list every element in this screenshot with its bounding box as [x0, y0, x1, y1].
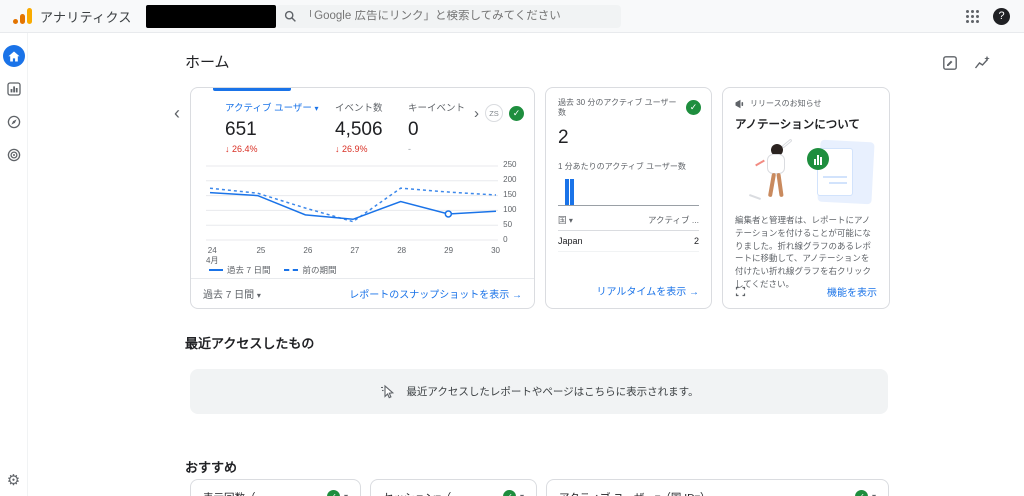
report-snapshot-link[interactable]: レポートのスナップショットを表示 → [349, 286, 522, 301]
chevron-down-icon[interactable]: ▾ [344, 492, 348, 496]
line-chart-canvas [206, 165, 499, 241]
suggested-section-title: おすすめ [185, 460, 238, 475]
data-quality-check-icon[interactable]: ✓ [854, 490, 868, 496]
realtime-value: 2 [558, 126, 569, 148]
carousel-left-arrow-icon[interactable]: ‹ [174, 103, 180, 124]
suggested-card-title: アクティブ ユーザー▾（国 ID▾） [559, 490, 711, 496]
advertising-icon [7, 148, 21, 162]
tab-key-events[interactable]: キーイベント [408, 100, 470, 114]
logo-dot [13, 19, 18, 24]
suggested-card-title: 表示回数（ [203, 490, 256, 496]
nav-advertising[interactable] [3, 144, 25, 166]
release-notes-card: リリースのお知らせ アノテーションについて 編集者と管理者は、レポートにアノテー… [722, 87, 890, 309]
show-feature-link[interactable]: 機能を表示 [827, 284, 877, 299]
metric-value: 651 [225, 119, 257, 140]
left-nav: ⚙ [0, 33, 28, 496]
date-range-selector[interactable]: 過去 7 日間 ▾ [203, 286, 261, 301]
y-axis-labels: 250 200 150 100 50 0 [503, 160, 517, 244]
realtime-title: 過去 30 分のアクティブ ユーザー数 [558, 98, 677, 118]
main-content: ホーム ‹ アクティブ ユーザー ▾ 651 ↓ 26.4% イベント数 4,5… [28, 33, 1024, 496]
x-axis-labels: 24 4月 25 26 27 28 29 30 [206, 246, 500, 265]
active-users-column-header[interactable]: アクティブ ... [648, 214, 699, 226]
settings-gear-icon[interactable]: ⚙ [7, 473, 20, 488]
note-icon[interactable] [942, 55, 958, 71]
solid-line-sample [209, 269, 223, 271]
metric-value: 4,506 [335, 119, 383, 140]
nav-home[interactable] [2, 45, 25, 67]
search-bar[interactable] [275, 4, 621, 28]
metric-delta: ↓ 26.4% [225, 144, 258, 154]
carousel-right-arrow-icon[interactable]: › [474, 106, 479, 121]
active-tab-indicator [213, 88, 291, 91]
home-icon [8, 51, 20, 62]
cursor-click-icon [379, 383, 396, 400]
data-quality-check-icon[interactable]: ✓ [326, 490, 340, 496]
suggested-card-views[interactable]: 表示回数（ ✓ ▾ [190, 479, 361, 496]
top-app-bar: アナリティクス ? [0, 0, 1024, 33]
apps-grid-icon[interactable] [966, 9, 979, 23]
chevron-down-icon[interactable]: ▾ [872, 492, 876, 496]
recent-empty-state: 最近アクセスしたレポートやページはこちらに表示されます。 [190, 369, 888, 414]
logo-bar-short [20, 14, 25, 24]
page-title: ホーム [185, 54, 230, 71]
insights-icon[interactable] [974, 55, 990, 71]
realtime-subtitle: 1 分あたりのアクティブ ユーザー数 [558, 161, 686, 171]
search-input[interactable] [302, 10, 613, 22]
chart-legend: 過去 7 日間 前の期間 [209, 264, 522, 276]
tab-event-count[interactable]: イベント数 [335, 100, 408, 114]
chevron-down-icon: ▾ [568, 215, 573, 225]
release-title: アノテーションについて [735, 119, 860, 131]
table-row[interactable]: Japan 2 [558, 231, 699, 252]
app-title: アナリティクス [40, 9, 132, 25]
suggested-cards-row: 表示回数（ ✓ ▾ セッション▾（ ✓ ▾ アクティブ ユーザー▾（国 ID▾）… [190, 479, 889, 496]
page-actions [942, 55, 990, 71]
metric-column-events: イベント数 4,506 ↓ 26.9% [335, 100, 408, 154]
data-quality-check-icon[interactable]: ✓ [686, 100, 701, 115]
metric-delta: ↓ 26.9% [335, 144, 368, 154]
release-eyebrow: リリースのお知らせ [750, 99, 822, 108]
data-quality-check-icon[interactable]: ✓ [502, 490, 516, 496]
realtime-card: 過去 30 分のアクティブ ユーザー数 ✓ 2 1 分あたりのアクティブ ユーザ… [545, 87, 712, 309]
metric-column-active-users: アクティブ ユーザー ▾ 651 ↓ 26.4% [225, 100, 335, 154]
country-column-header[interactable]: 国 ▾ [558, 214, 573, 226]
overview-cards-row: アクティブ ユーザー ▾ 651 ↓ 26.4% イベント数 4,506 ↓ 2… [190, 87, 890, 309]
dashed-line-sample [284, 269, 299, 271]
realtime-report-link[interactable]: リアルタイムを表示 → [597, 283, 699, 298]
release-body: 編集者と管理者は、レポートにアノテーションを付けることが可能になりました。折れ線… [735, 215, 872, 289]
avatar-badge[interactable]: ZS [485, 104, 503, 122]
expand-icon[interactable] [735, 286, 746, 297]
chevron-down-icon: ▾ [256, 291, 261, 300]
suggested-card-title: セッション▾（ [383, 490, 451, 496]
redacted-account-selector[interactable] [145, 4, 276, 28]
help-icon[interactable]: ? [993, 7, 1010, 25]
chevron-down-icon: ▾ [314, 104, 319, 113]
recent-section-title: 最近アクセスしたもの [185, 336, 315, 351]
chevron-down-icon[interactable]: ▾ [520, 492, 524, 496]
per-minute-bar-chart [558, 176, 699, 206]
green-chart-badge [807, 148, 829, 170]
tab-active-users[interactable]: アクティブ ユーザー ▾ [225, 100, 335, 114]
overview-card: アクティブ ユーザー ▾ 651 ↓ 26.4% イベント数 4,506 ↓ 2… [190, 87, 535, 309]
active-users-line-chart: 250 200 150 100 50 0 [206, 160, 522, 244]
data-quality-check-icon[interactable]: ✓ [509, 105, 524, 121]
recent-empty-message: 最近アクセスしたレポートやページはこちらに表示されます。 [406, 386, 699, 398]
metric-column-key-events: キーイベント 0 - [408, 100, 470, 154]
nav-explore[interactable] [3, 111, 25, 133]
metric-value: 0 [408, 119, 419, 140]
analytics-logo-icon[interactable] [10, 7, 32, 25]
nav-reports[interactable] [3, 78, 25, 100]
explore-icon [7, 115, 21, 129]
release-illustration [735, 136, 877, 212]
reports-icon [6, 82, 21, 96]
logo-bar-tall [27, 8, 32, 24]
suggested-card-active-users[interactable]: アクティブ ユーザー▾（国 ID▾） ✓ ▾ [546, 479, 889, 496]
suggested-card-sessions[interactable]: セッション▾（ ✓ ▾ [370, 479, 537, 496]
megaphone-icon [735, 99, 745, 109]
search-icon [284, 10, 297, 23]
realtime-table: 国 ▾ アクティブ ... Japan 2 [558, 214, 699, 252]
metric-delta: - [408, 144, 411, 154]
